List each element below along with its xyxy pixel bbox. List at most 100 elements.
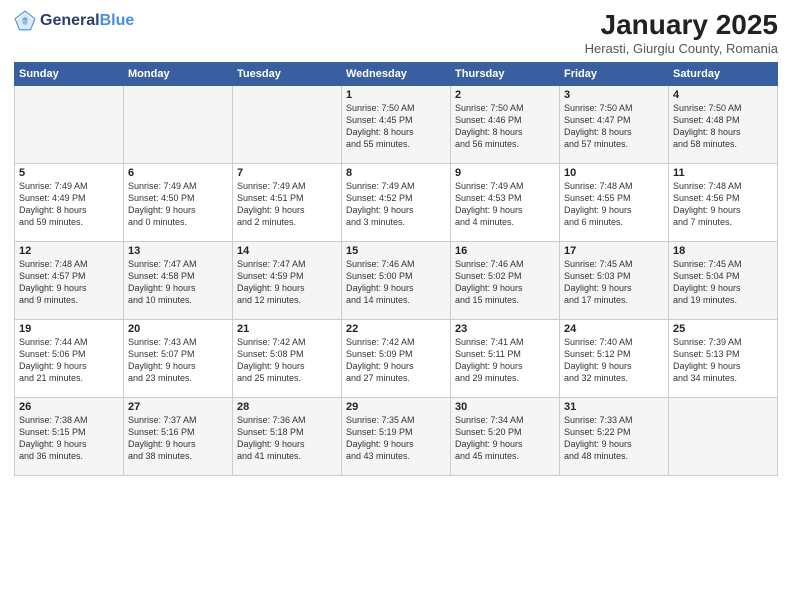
day-info: Sunrise: 7:46 AMSunset: 5:02 PMDaylight:… <box>455 258 555 307</box>
day-number: 15 <box>346 245 446 257</box>
day-number: 14 <box>237 245 337 257</box>
day-number: 13 <box>128 245 228 257</box>
day-info: Sunrise: 7:33 AMSunset: 5:22 PMDaylight:… <box>564 414 664 463</box>
day-info: Sunrise: 7:34 AMSunset: 5:20 PMDaylight:… <box>455 414 555 463</box>
day-number: 12 <box>19 245 119 257</box>
table-row: 15Sunrise: 7:46 AMSunset: 5:00 PMDayligh… <box>342 241 451 319</box>
day-info: Sunrise: 7:44 AMSunset: 5:06 PMDaylight:… <box>19 336 119 385</box>
header-tuesday: Tuesday <box>233 62 342 85</box>
table-row: 27Sunrise: 7:37 AMSunset: 5:16 PMDayligh… <box>124 397 233 475</box>
table-row: 2Sunrise: 7:50 AMSunset: 4:46 PMDaylight… <box>451 85 560 163</box>
page-container: General Blue January 2025 Herasti, Giurg… <box>0 0 792 484</box>
day-number: 6 <box>128 167 228 179</box>
day-number: 21 <box>237 323 337 335</box>
day-number: 18 <box>673 245 773 257</box>
day-number: 3 <box>564 89 664 101</box>
day-number: 29 <box>346 401 446 413</box>
day-info: Sunrise: 7:50 AMSunset: 4:45 PMDaylight:… <box>346 102 446 151</box>
day-info: Sunrise: 7:45 AMSunset: 5:04 PMDaylight:… <box>673 258 773 307</box>
day-info: Sunrise: 7:46 AMSunset: 5:00 PMDaylight:… <box>346 258 446 307</box>
day-number: 25 <box>673 323 773 335</box>
day-number: 24 <box>564 323 664 335</box>
calendar-week-row: 26Sunrise: 7:38 AMSunset: 5:15 PMDayligh… <box>15 397 778 475</box>
day-number: 9 <box>455 167 555 179</box>
calendar-week-row: 5Sunrise: 7:49 AMSunset: 4:49 PMDaylight… <box>15 163 778 241</box>
day-number: 31 <box>564 401 664 413</box>
day-number: 26 <box>19 401 119 413</box>
table-row: 23Sunrise: 7:41 AMSunset: 5:11 PMDayligh… <box>451 319 560 397</box>
day-info: Sunrise: 7:49 AMSunset: 4:51 PMDaylight:… <box>237 180 337 229</box>
header-friday: Friday <box>560 62 669 85</box>
day-info: Sunrise: 7:42 AMSunset: 5:09 PMDaylight:… <box>346 336 446 385</box>
day-number: 27 <box>128 401 228 413</box>
day-info: Sunrise: 7:49 AMSunset: 4:53 PMDaylight:… <box>455 180 555 229</box>
day-info: Sunrise: 7:49 AMSunset: 4:49 PMDaylight:… <box>19 180 119 229</box>
table-row: 4Sunrise: 7:50 AMSunset: 4:48 PMDaylight… <box>669 85 778 163</box>
table-row: 9Sunrise: 7:49 AMSunset: 4:53 PMDaylight… <box>451 163 560 241</box>
logo-general-text: General <box>40 12 100 30</box>
table-row: 1Sunrise: 7:50 AMSunset: 4:45 PMDaylight… <box>342 85 451 163</box>
page-header: General Blue January 2025 Herasti, Giurg… <box>14 10 778 56</box>
table-row: 31Sunrise: 7:33 AMSunset: 5:22 PMDayligh… <box>560 397 669 475</box>
day-number: 2 <box>455 89 555 101</box>
header-saturday: Saturday <box>669 62 778 85</box>
header-thursday: Thursday <box>451 62 560 85</box>
day-number: 28 <box>237 401 337 413</box>
day-number: 10 <box>564 167 664 179</box>
day-info: Sunrise: 7:47 AMSunset: 4:58 PMDaylight:… <box>128 258 228 307</box>
logo-blue-text: Blue <box>100 12 135 30</box>
table-row: 17Sunrise: 7:45 AMSunset: 5:03 PMDayligh… <box>560 241 669 319</box>
day-number: 5 <box>19 167 119 179</box>
day-info: Sunrise: 7:49 AMSunset: 4:50 PMDaylight:… <box>128 180 228 229</box>
day-number: 1 <box>346 89 446 101</box>
day-number: 17 <box>564 245 664 257</box>
calendar-header-row: Sunday Monday Tuesday Wednesday Thursday… <box>15 62 778 85</box>
day-number: 19 <box>19 323 119 335</box>
day-info: Sunrise: 7:48 AMSunset: 4:55 PMDaylight:… <box>564 180 664 229</box>
day-number: 30 <box>455 401 555 413</box>
table-row: 7Sunrise: 7:49 AMSunset: 4:51 PMDaylight… <box>233 163 342 241</box>
table-row: 18Sunrise: 7:45 AMSunset: 5:04 PMDayligh… <box>669 241 778 319</box>
day-info: Sunrise: 7:35 AMSunset: 5:19 PMDaylight:… <box>346 414 446 463</box>
table-row: 5Sunrise: 7:49 AMSunset: 4:49 PMDaylight… <box>15 163 124 241</box>
table-row: 11Sunrise: 7:48 AMSunset: 4:56 PMDayligh… <box>669 163 778 241</box>
day-info: Sunrise: 7:50 AMSunset: 4:47 PMDaylight:… <box>564 102 664 151</box>
table-row: 12Sunrise: 7:48 AMSunset: 4:57 PMDayligh… <box>15 241 124 319</box>
day-number: 16 <box>455 245 555 257</box>
table-row <box>233 85 342 163</box>
day-number: 22 <box>346 323 446 335</box>
table-row: 13Sunrise: 7:47 AMSunset: 4:58 PMDayligh… <box>124 241 233 319</box>
table-row: 3Sunrise: 7:50 AMSunset: 4:47 PMDaylight… <box>560 85 669 163</box>
table-row: 16Sunrise: 7:46 AMSunset: 5:02 PMDayligh… <box>451 241 560 319</box>
day-info: Sunrise: 7:49 AMSunset: 4:52 PMDaylight:… <box>346 180 446 229</box>
table-row <box>124 85 233 163</box>
table-row: 20Sunrise: 7:43 AMSunset: 5:07 PMDayligh… <box>124 319 233 397</box>
table-row: 26Sunrise: 7:38 AMSunset: 5:15 PMDayligh… <box>15 397 124 475</box>
day-number: 11 <box>673 167 773 179</box>
table-row: 24Sunrise: 7:40 AMSunset: 5:12 PMDayligh… <box>560 319 669 397</box>
calendar-week-row: 1Sunrise: 7:50 AMSunset: 4:45 PMDaylight… <box>15 85 778 163</box>
header-monday: Monday <box>124 62 233 85</box>
day-info: Sunrise: 7:48 AMSunset: 4:57 PMDaylight:… <box>19 258 119 307</box>
day-info: Sunrise: 7:45 AMSunset: 5:03 PMDaylight:… <box>564 258 664 307</box>
calendar-table: Sunday Monday Tuesday Wednesday Thursday… <box>14 62 778 476</box>
day-number: 8 <box>346 167 446 179</box>
month-title: January 2025 <box>585 10 778 41</box>
table-row: 10Sunrise: 7:48 AMSunset: 4:55 PMDayligh… <box>560 163 669 241</box>
day-info: Sunrise: 7:41 AMSunset: 5:11 PMDaylight:… <box>455 336 555 385</box>
table-row: 30Sunrise: 7:34 AMSunset: 5:20 PMDayligh… <box>451 397 560 475</box>
table-row: 22Sunrise: 7:42 AMSunset: 5:09 PMDayligh… <box>342 319 451 397</box>
table-row: 14Sunrise: 7:47 AMSunset: 4:59 PMDayligh… <box>233 241 342 319</box>
table-row: 29Sunrise: 7:35 AMSunset: 5:19 PMDayligh… <box>342 397 451 475</box>
header-wednesday: Wednesday <box>342 62 451 85</box>
table-row: 6Sunrise: 7:49 AMSunset: 4:50 PMDaylight… <box>124 163 233 241</box>
calendar-week-row: 12Sunrise: 7:48 AMSunset: 4:57 PMDayligh… <box>15 241 778 319</box>
table-row: 28Sunrise: 7:36 AMSunset: 5:18 PMDayligh… <box>233 397 342 475</box>
day-info: Sunrise: 7:50 AMSunset: 4:48 PMDaylight:… <box>673 102 773 151</box>
day-info: Sunrise: 7:37 AMSunset: 5:16 PMDaylight:… <box>128 414 228 463</box>
day-number: 20 <box>128 323 228 335</box>
day-info: Sunrise: 7:36 AMSunset: 5:18 PMDaylight:… <box>237 414 337 463</box>
table-row: 21Sunrise: 7:42 AMSunset: 5:08 PMDayligh… <box>233 319 342 397</box>
day-info: Sunrise: 7:48 AMSunset: 4:56 PMDaylight:… <box>673 180 773 229</box>
logo: General Blue <box>14 10 134 32</box>
